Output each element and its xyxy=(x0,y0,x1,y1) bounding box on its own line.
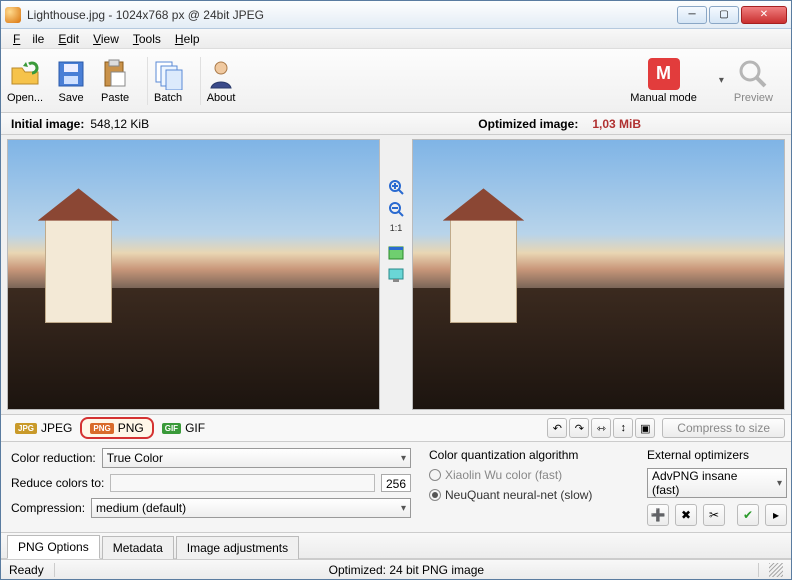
optimized-size-label: Optimized image: xyxy=(478,117,578,131)
batch-icon xyxy=(152,58,184,90)
manual-mode-icon: M xyxy=(648,58,680,90)
crop-button[interactable]: ▣ xyxy=(635,418,655,438)
quant-neuquant-radio[interactable]: NeuQuant neural-net (slow) xyxy=(429,488,629,502)
menu-help[interactable]: Help xyxy=(169,30,206,48)
save-label: Save xyxy=(59,92,84,104)
folder-open-icon xyxy=(9,58,41,90)
main-toolbar: Open... Save Paste Batch About M Manual … xyxy=(1,49,791,113)
tab-image-adjustments[interactable]: Image adjustments xyxy=(176,536,299,559)
zoom-tools: 1:1 xyxy=(386,139,406,410)
menu-file[interactable]: File xyxy=(7,30,50,48)
configure-optimizer-button[interactable]: ✂ xyxy=(703,504,725,526)
preview-button[interactable]: Preview xyxy=(734,58,773,104)
open-button[interactable]: Open... xyxy=(7,58,43,104)
rotate-right-button[interactable]: ↷ xyxy=(569,418,589,438)
size-info-bar: Initial image: 548,12 KiB Optimized imag… xyxy=(1,113,791,135)
tab-png-options[interactable]: PNG Options xyxy=(7,535,100,559)
preview-label: Preview xyxy=(734,92,773,104)
remove-optimizer-button[interactable]: ✖ xyxy=(675,504,697,526)
initial-image-pane[interactable] xyxy=(7,139,380,410)
png-badge-icon: PNG xyxy=(90,423,113,434)
compress-to-size-button[interactable]: Compress to size xyxy=(662,418,785,438)
mode-dropdown-arrow[interactable]: ▾ xyxy=(719,75,724,86)
reduce-colors-label: Reduce colors to: xyxy=(11,476,104,490)
color-reduction-label: Color reduction: xyxy=(11,451,96,465)
apply-button[interactable]: ✔ xyxy=(737,504,759,526)
external-optimizers-title: External optimizers xyxy=(647,448,787,462)
run-button[interactable]: ▸ xyxy=(765,504,787,526)
format-tab-gif[interactable]: GIFGIF xyxy=(154,419,213,437)
fit-screen-icon[interactable] xyxy=(388,267,404,283)
optimized-size-value: 1,03 MiB xyxy=(592,117,641,131)
image-comparison-row: 1:1 xyxy=(1,135,791,414)
reduce-colors-slider[interactable] xyxy=(110,474,375,492)
initial-size-label: Initial image: xyxy=(11,117,84,131)
format-tab-jpeg[interactable]: JPGJPEG xyxy=(7,419,80,437)
magnifier-preview-icon xyxy=(737,58,769,90)
external-optimizers-combo[interactable]: AdvPNG insane (fast) xyxy=(647,468,787,498)
quant-xiaolin-radio: Xiaolin Wu color (fast) xyxy=(429,468,629,482)
window-buttons: ─ ▢ ✕ xyxy=(675,6,787,24)
status-ready: Ready xyxy=(9,563,44,577)
add-optimizer-button[interactable]: ➕ xyxy=(647,504,669,526)
quantization-title: Color quantization algorithm xyxy=(429,448,629,462)
format-tab-png[interactable]: PNGPNG xyxy=(80,417,153,439)
optimized-image-pane[interactable] xyxy=(412,139,785,410)
status-bar: Ready Optimized: 24 bit PNG image xyxy=(1,559,791,579)
zoom-ratio-label[interactable]: 1:1 xyxy=(388,223,404,239)
zoom-in-icon[interactable] xyxy=(388,179,404,195)
reduce-colors-value[interactable]: 256 xyxy=(381,474,411,492)
manual-mode-button[interactable]: M Manual mode xyxy=(630,58,697,104)
bottom-tabs: PNG Options Metadata Image adjustments xyxy=(1,533,791,559)
flip-v-button[interactable]: ↕ xyxy=(613,418,633,438)
floppy-save-icon xyxy=(55,58,87,90)
manual-mode-label: Manual mode xyxy=(630,92,697,104)
paste-button[interactable]: Paste xyxy=(99,58,131,104)
paste-label: Paste xyxy=(101,92,129,104)
fit-window-icon[interactable] xyxy=(388,245,404,261)
format-bar: JPGJPEG PNGPNG GIFGIF ↶ ↷ ⇿ ↕ ▣ Compress… xyxy=(1,414,791,442)
compression-combo[interactable]: medium (default) xyxy=(91,498,411,518)
jpeg-badge-icon: JPG xyxy=(15,423,37,434)
open-label: Open... xyxy=(7,92,43,104)
close-button[interactable]: ✕ xyxy=(741,6,787,24)
about-label: About xyxy=(207,92,236,104)
toolbar-separator xyxy=(147,57,148,105)
zoom-out-icon[interactable] xyxy=(388,201,404,217)
maximize-button[interactable]: ▢ xyxy=(709,6,739,24)
rotate-left-button[interactable]: ↶ xyxy=(547,418,567,438)
app-window: Lighthouse.jpg - 1024x768 px @ 24bit JPE… xyxy=(0,0,792,580)
flip-h-button[interactable]: ⇿ xyxy=(591,418,611,438)
tab-metadata[interactable]: Metadata xyxy=(102,536,174,559)
clipboard-paste-icon xyxy=(99,58,131,90)
minimize-button[interactable]: ─ xyxy=(677,6,707,24)
toolbar-separator xyxy=(200,57,201,105)
window-title: Lighthouse.jpg - 1024x768 px @ 24bit JPE… xyxy=(27,8,675,22)
batch-button[interactable]: Batch xyxy=(152,58,184,104)
resize-grip[interactable] xyxy=(769,563,783,577)
app-icon xyxy=(5,7,21,23)
save-button[interactable]: Save xyxy=(55,58,87,104)
options-panel: Color reduction: True Color Reduce color… xyxy=(1,442,791,533)
menu-tools[interactable]: Tools xyxy=(127,30,167,48)
initial-size-value: 548,12 KiB xyxy=(90,117,149,131)
menu-view[interactable]: View xyxy=(87,30,125,48)
about-button[interactable]: About xyxy=(205,58,237,104)
gif-badge-icon: GIF xyxy=(162,423,181,434)
menu-bar: File Edit View Tools Help xyxy=(1,29,791,49)
titlebar: Lighthouse.jpg - 1024x768 px @ 24bit JPE… xyxy=(1,1,791,29)
compression-label: Compression: xyxy=(11,501,85,515)
batch-label: Batch xyxy=(154,92,182,104)
color-reduction-combo[interactable]: True Color xyxy=(102,448,411,468)
menu-edit[interactable]: Edit xyxy=(52,30,85,48)
status-info: Optimized: 24 bit PNG image xyxy=(329,563,484,577)
person-about-icon xyxy=(205,58,237,90)
